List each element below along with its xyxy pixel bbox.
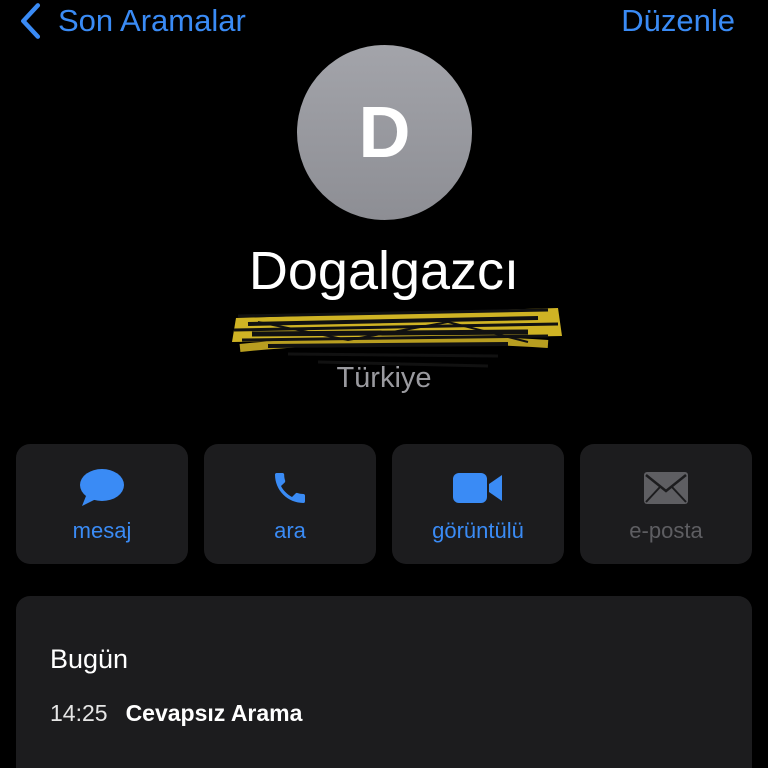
chevron-left-icon [21, 3, 41, 39]
email-action-button[interactable]: e-posta [580, 444, 752, 564]
email-action-label: e-posta [629, 518, 703, 543]
call-action-button[interactable]: ara [204, 444, 376, 564]
message-action-label: mesaj [72, 518, 132, 543]
call-history-row: 14:25 Cevapsız Arama [50, 700, 302, 727]
contact-country: Türkiye [336, 362, 432, 394]
quick-actions: mesaj ara görüntülü e-posta [16, 444, 752, 564]
call-history-date: Bugün [50, 644, 129, 674]
back-button-label: Son Aramalar [58, 3, 246, 38]
edit-button[interactable]: Düzenle [621, 2, 735, 40]
video-action-button[interactable]: görüntülü [392, 444, 564, 564]
navigation-bar: Son Aramalar Düzenle [0, 0, 768, 44]
video-camera-icon [452, 466, 504, 510]
back-button[interactable]: Son Aramalar [16, 2, 246, 40]
message-bubble-icon [76, 466, 128, 510]
envelope-icon [640, 466, 692, 510]
avatar-initial: D [358, 92, 411, 173]
call-status: Cevapsız Arama [125, 700, 303, 726]
call-time: 14:25 [50, 700, 108, 726]
call-history-card: Bugün 14:25 Cevapsız Arama [16, 596, 752, 768]
contact-avatar: D [297, 45, 472, 220]
message-action-button[interactable]: mesaj [16, 444, 188, 564]
phone-icon [264, 466, 316, 510]
video-action-label: görüntülü [432, 518, 524, 543]
contact-name: Dogalgazcı [248, 241, 520, 301]
call-action-label: ara [274, 518, 306, 543]
